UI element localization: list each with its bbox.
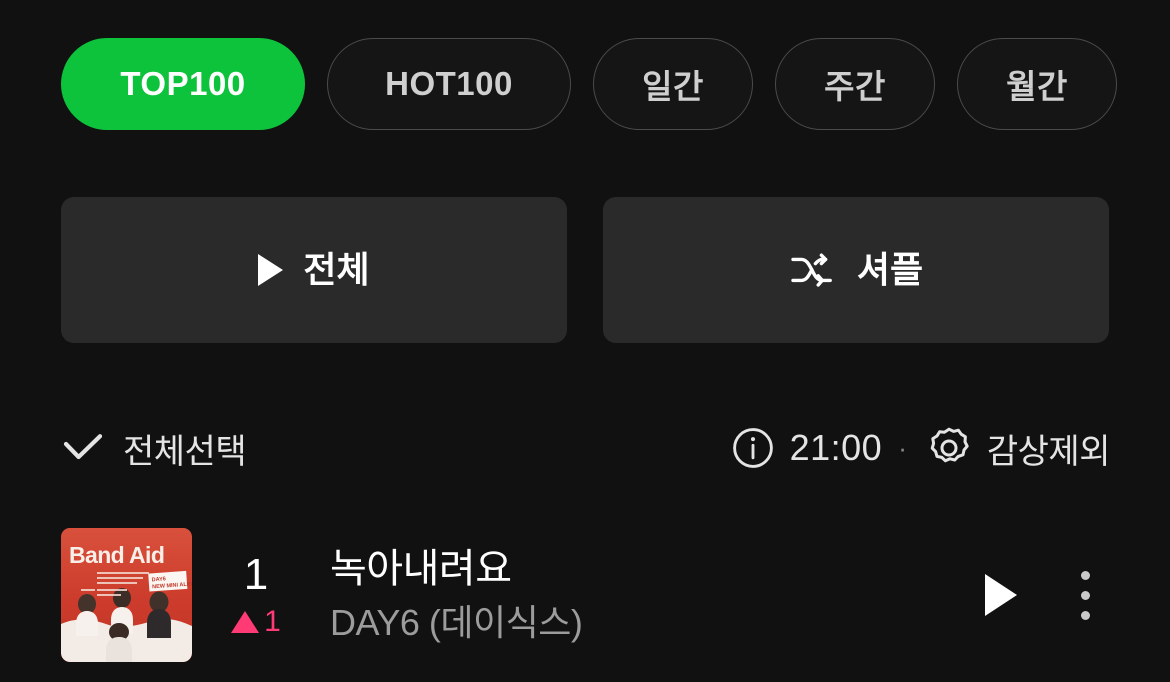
meta-bar-right: 21:00 · 감상제외 xyxy=(730,424,1111,473)
table-row[interactable]: Band Aid DAY6 NEW MINI ALBUM 1 1 녹아내려요 D… xyxy=(61,528,1110,662)
shuffle-button[interactable]: 셔플 xyxy=(603,197,1109,343)
filter-chip-daily[interactable]: 일간 xyxy=(593,38,753,130)
filter-chip-weekly[interactable]: 주간 xyxy=(775,38,935,130)
kebab-dot xyxy=(1081,590,1090,600)
more-vertical-icon[interactable] xyxy=(1069,567,1102,624)
meta-bar: 전체선택 21:00 · 감상제외 xyxy=(61,415,1111,481)
arrow-up-icon xyxy=(231,611,260,633)
rank-change-value: 1 xyxy=(264,605,281,638)
album-art-image: Band Aid DAY6 NEW MINI ALBUM xyxy=(61,528,192,662)
select-all-label: 전체선택 xyxy=(123,432,247,471)
rank-number: 1 xyxy=(243,550,269,599)
gear-icon[interactable] xyxy=(925,424,973,472)
track-artist: DAY6 (데이식스) xyxy=(330,602,583,643)
play-all-button[interactable]: 전체 xyxy=(61,197,567,343)
filter-chip-hot100[interactable]: HOT100 xyxy=(327,38,571,130)
check-icon xyxy=(61,431,105,465)
svg-text:DAY6: DAY6 xyxy=(151,576,166,583)
filter-chip-label: 월간 xyxy=(1006,68,1068,105)
play-icon[interactable] xyxy=(985,574,1017,616)
filter-chip-label: 주간 xyxy=(824,68,886,105)
kebab-dot xyxy=(1081,570,1090,580)
chart-time: 21:00 xyxy=(789,427,883,468)
info-circle-icon[interactable] xyxy=(730,425,776,471)
filter-chip-label: 일간 xyxy=(642,68,704,105)
shuffle-icon xyxy=(789,251,837,289)
kebab-dot xyxy=(1081,610,1090,620)
filter-chip-top100[interactable]: TOP100 xyxy=(61,38,305,130)
shuffle-label: 셔플 xyxy=(856,249,924,290)
svg-text:Band Aid: Band Aid xyxy=(69,542,164,568)
track-info[interactable]: 녹아내려요 DAY6 (데이식스) xyxy=(330,549,985,641)
filter-chips-row: TOP100 HOT100 일간 주간 월간 xyxy=(61,38,1117,130)
rank-block: 1 1 xyxy=(200,553,312,637)
filter-chip-label: TOP100 xyxy=(120,65,246,102)
rank-change: 1 xyxy=(231,607,281,637)
exclude-label: 감상제외 xyxy=(986,432,1111,471)
meta-separator: · xyxy=(898,433,907,463)
select-all-button[interactable]: 전체선택 xyxy=(61,424,247,473)
filter-chip-monthly[interactable]: 월간 xyxy=(957,38,1117,130)
album-art[interactable]: Band Aid DAY6 NEW MINI ALBUM xyxy=(61,528,192,662)
filter-chip-label: HOT100 xyxy=(385,65,513,102)
play-icon xyxy=(258,254,284,286)
track-title: 녹아내려요 xyxy=(330,547,512,591)
play-all-label: 전체 xyxy=(303,249,370,290)
action-buttons-row: 전체 셔플 xyxy=(61,197,1109,343)
track-controls xyxy=(985,567,1110,624)
